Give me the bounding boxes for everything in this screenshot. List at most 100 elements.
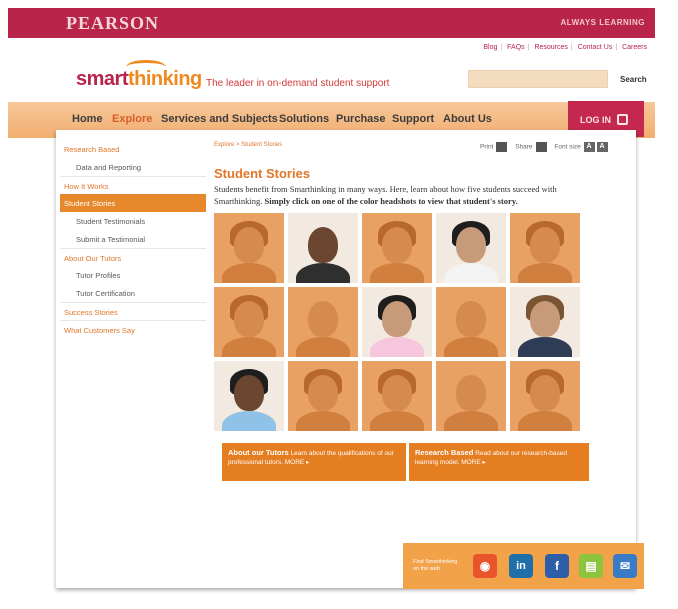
separator: |: [570, 44, 573, 51]
face-shape: [456, 375, 486, 411]
shoulders-shape: [296, 337, 350, 357]
headshot-tile[interactable]: [288, 361, 358, 431]
tagline: ALWAYS LEARNING: [560, 18, 645, 27]
social-text-line1: Find Smarthinking: [413, 559, 458, 565]
promo-title: Research Based: [415, 448, 474, 457]
slogan: The leader in on-demand student support: [206, 78, 390, 89]
link-faqs[interactable]: FAQs: [507, 44, 525, 51]
face-shape: [530, 375, 560, 411]
social-text: Find Smarthinking on the web: [413, 559, 457, 573]
intro-text: Students benefit from Smarthinking in ma…: [214, 183, 594, 207]
shoulders-shape: [370, 263, 424, 283]
sidebar-item-how-it-works[interactable]: How It Works: [60, 176, 206, 194]
link-blog[interactable]: Blog: [483, 44, 497, 51]
pearson-logo[interactable]: PEARSON: [66, 13, 159, 34]
share-icon[interactable]: [535, 142, 547, 152]
utility-links: Blog | FAQs | Resources | Contact Us | Caree…: [483, 44, 647, 51]
face-shape: [382, 301, 412, 337]
login-icon: [617, 114, 628, 125]
shoulders-shape: [222, 337, 276, 357]
social-bar: Find Smarthinking on the web ◉ in f ▤ ✉: [403, 543, 644, 589]
sidebar-item-tutor-certification[interactable]: Tutor Certification: [60, 284, 206, 302]
nav-services[interactable]: Services and Subjects: [161, 113, 278, 125]
face-shape: [308, 375, 338, 411]
sidebar: Research Based Data and Reporting How It…: [60, 140, 206, 338]
headshot-tile[interactable]: [510, 213, 580, 283]
shoulders-shape: [444, 263, 498, 283]
promo-research-based[interactable]: Research Based Read about our research-b…: [409, 443, 589, 481]
headshot-tile-color[interactable]: [436, 213, 506, 283]
headshot-tile[interactable]: [288, 287, 358, 357]
face-shape: [530, 227, 560, 263]
sidebar-item-success-stories[interactable]: Success Stories: [60, 302, 206, 320]
shoulders-shape: [518, 263, 572, 283]
shoulders-shape: [444, 411, 498, 431]
face-shape: [308, 301, 338, 337]
headshot-grid: [214, 213, 580, 435]
font-small-button[interactable]: A: [583, 142, 595, 152]
face-shape: [382, 375, 412, 411]
separator: |: [615, 44, 618, 51]
link-contact[interactable]: Contact Us: [578, 44, 613, 51]
promo-about-tutors[interactable]: About our Tutors Learn about the qualifi…: [222, 443, 406, 481]
font-size-label: Font size: [554, 143, 581, 151]
sidebar-item-research-based[interactable]: Research Based: [60, 140, 206, 158]
intro-bold: Simply click on one of the color headsho…: [264, 196, 518, 206]
separator: |: [500, 44, 503, 51]
shoulders-shape: [222, 263, 276, 283]
search-button[interactable]: Search: [620, 75, 647, 84]
sidebar-item-submit-testimonial[interactable]: Submit a Testimonial: [60, 230, 206, 248]
shoulders-shape: [370, 411, 424, 431]
sidebar-item-student-testimonials[interactable]: Student Testimonials: [60, 212, 206, 230]
nav-about[interactable]: About Us: [443, 113, 492, 125]
headshot-tile[interactable]: [510, 361, 580, 431]
linkedin-icon[interactable]: in: [509, 554, 533, 578]
shoulders-shape: [444, 337, 498, 357]
headshot-tile[interactable]: [362, 361, 432, 431]
shoulders-shape: [370, 337, 424, 357]
sidebar-item-what-customers-say[interactable]: What Customers Say: [60, 320, 206, 338]
page-icon[interactable]: ▤: [579, 554, 603, 578]
sidebar-item-tutor-profiles[interactable]: Tutor Profiles: [60, 266, 206, 284]
headshot-tile[interactable]: [436, 287, 506, 357]
nav-solutions[interactable]: Solutions: [279, 113, 329, 125]
sidebar-item-about-tutors[interactable]: About Our Tutors: [60, 248, 206, 266]
share-label: Share: [515, 143, 533, 151]
login-label: LOG IN: [580, 115, 611, 125]
breadcrumb[interactable]: Explore > Student Stories: [214, 142, 282, 148]
facebook-icon[interactable]: f: [545, 554, 569, 578]
headshot-tile-color[interactable]: [510, 287, 580, 357]
logo-part3: hinking: [134, 68, 202, 90]
nav-home[interactable]: Home: [72, 113, 103, 125]
smarthinking-logo[interactable]: smartthinking: [76, 68, 202, 91]
top-bar: PEARSON ALWAYS LEARNING: [8, 8, 655, 38]
search-input[interactable]: [468, 70, 608, 88]
shoulders-shape: [518, 411, 572, 431]
rss-icon[interactable]: ◉: [473, 554, 497, 578]
face-shape: [234, 227, 264, 263]
link-resources[interactable]: Resources: [534, 44, 567, 51]
email-icon[interactable]: ✉: [613, 554, 637, 578]
sidebar-item-data-reporting[interactable]: Data and Reporting: [60, 158, 206, 176]
face-shape: [456, 227, 486, 263]
print-icon[interactable]: [496, 142, 508, 152]
face-shape: [308, 227, 338, 263]
headshot-tile[interactable]: [214, 213, 284, 283]
nav-explore[interactable]: Explore: [112, 113, 152, 125]
face-shape: [234, 301, 264, 337]
headshot-tile-color[interactable]: [288, 213, 358, 283]
headshot-tile[interactable]: [214, 287, 284, 357]
font-large-button[interactable]: A: [596, 142, 608, 152]
print-label: Print: [480, 143, 494, 151]
page-title: Student Stories: [214, 166, 311, 181]
headshot-tile[interactable]: [362, 213, 432, 283]
headshot-tile-color[interactable]: [362, 287, 432, 357]
headshot-tile-color[interactable]: [214, 361, 284, 431]
sidebar-item-student-stories[interactable]: Student Stories: [60, 194, 206, 212]
logo-part1: smart: [76, 68, 128, 90]
nav-purchase[interactable]: Purchase: [336, 113, 386, 125]
page-tools: Print Share Font size AA: [480, 142, 609, 152]
nav-support[interactable]: Support: [392, 113, 434, 125]
link-careers[interactable]: Careers: [622, 44, 647, 51]
headshot-tile[interactable]: [436, 361, 506, 431]
